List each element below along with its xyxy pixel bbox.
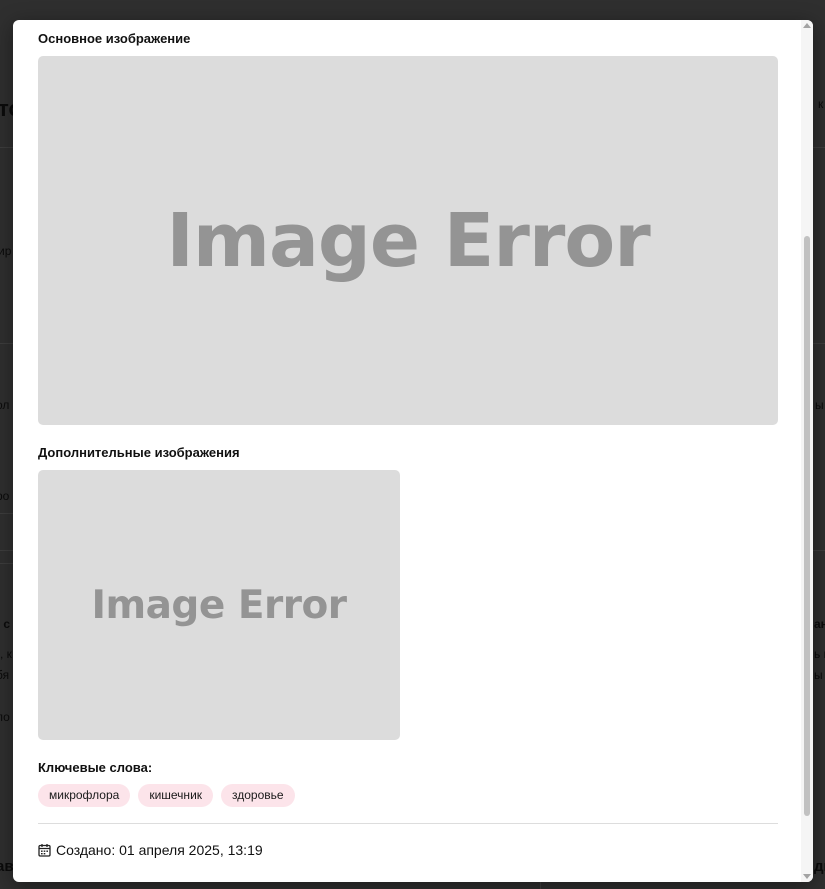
bg-fragment: ро xyxy=(0,489,10,503)
bg-divider xyxy=(0,563,13,564)
bg-fragment: ), к xyxy=(0,647,12,661)
keyword-tags: микрофлора кишечник здоровье xyxy=(38,784,295,807)
bg-divider xyxy=(540,882,541,889)
modal-scrollbar[interactable] xyxy=(801,20,813,882)
bg-fragment: ло xyxy=(0,710,10,724)
bg-divider xyxy=(0,343,13,344)
divider xyxy=(38,823,778,824)
scroll-up-arrow-icon[interactable] xyxy=(803,23,811,28)
extra-images-title: Дополнительные изображения xyxy=(38,445,240,460)
keywords-title: Ключевые слова: xyxy=(38,760,153,775)
bg-fragment: ы xyxy=(815,398,824,412)
calendar-icon xyxy=(38,844,51,857)
extra-image-error-text: Image Error xyxy=(91,582,347,628)
created-date: Создано: 01 апреля 2025, 13:19 xyxy=(38,842,263,858)
bg-divider xyxy=(0,147,13,148)
bg-fragment: ол xyxy=(0,398,10,412)
article-detail-modal: Основное изображение Image Error Дополни… xyxy=(13,20,813,882)
bg-fragment: ир xyxy=(0,244,12,258)
bg-divider xyxy=(0,550,13,551)
bg-fragment: ав xyxy=(0,858,14,875)
scroll-down-arrow-icon[interactable] xyxy=(803,874,811,879)
bg-fragment: бя xyxy=(0,668,10,682)
bg-divider xyxy=(813,550,825,551)
bg-divider xyxy=(813,343,825,344)
bg-divider xyxy=(813,147,825,148)
extra-image[interactable]: Image Error xyxy=(38,470,400,740)
main-image-title: Основное изображение xyxy=(38,31,191,46)
bg-fragment: ь к xyxy=(814,647,825,661)
created-label: Создано: 01 апреля 2025, 13:19 xyxy=(56,842,263,858)
keyword-tag[interactable]: кишечник xyxy=(138,784,214,807)
bg-fragment: ан xyxy=(814,617,825,631)
bg-fragment: к с xyxy=(0,617,11,631)
bg-fragment: к xyxy=(818,97,824,111)
bg-divider xyxy=(0,513,13,514)
keyword-tag[interactable]: микрофлора xyxy=(38,784,131,807)
bg-fragment: ди xyxy=(814,858,825,875)
bg-fragment: ы п xyxy=(814,668,825,682)
scroll-thumb[interactable] xyxy=(804,236,810,816)
main-image: Image Error xyxy=(38,56,778,425)
keyword-tag[interactable]: здоровье xyxy=(221,784,295,807)
main-image-error-text: Image Error xyxy=(166,197,650,284)
